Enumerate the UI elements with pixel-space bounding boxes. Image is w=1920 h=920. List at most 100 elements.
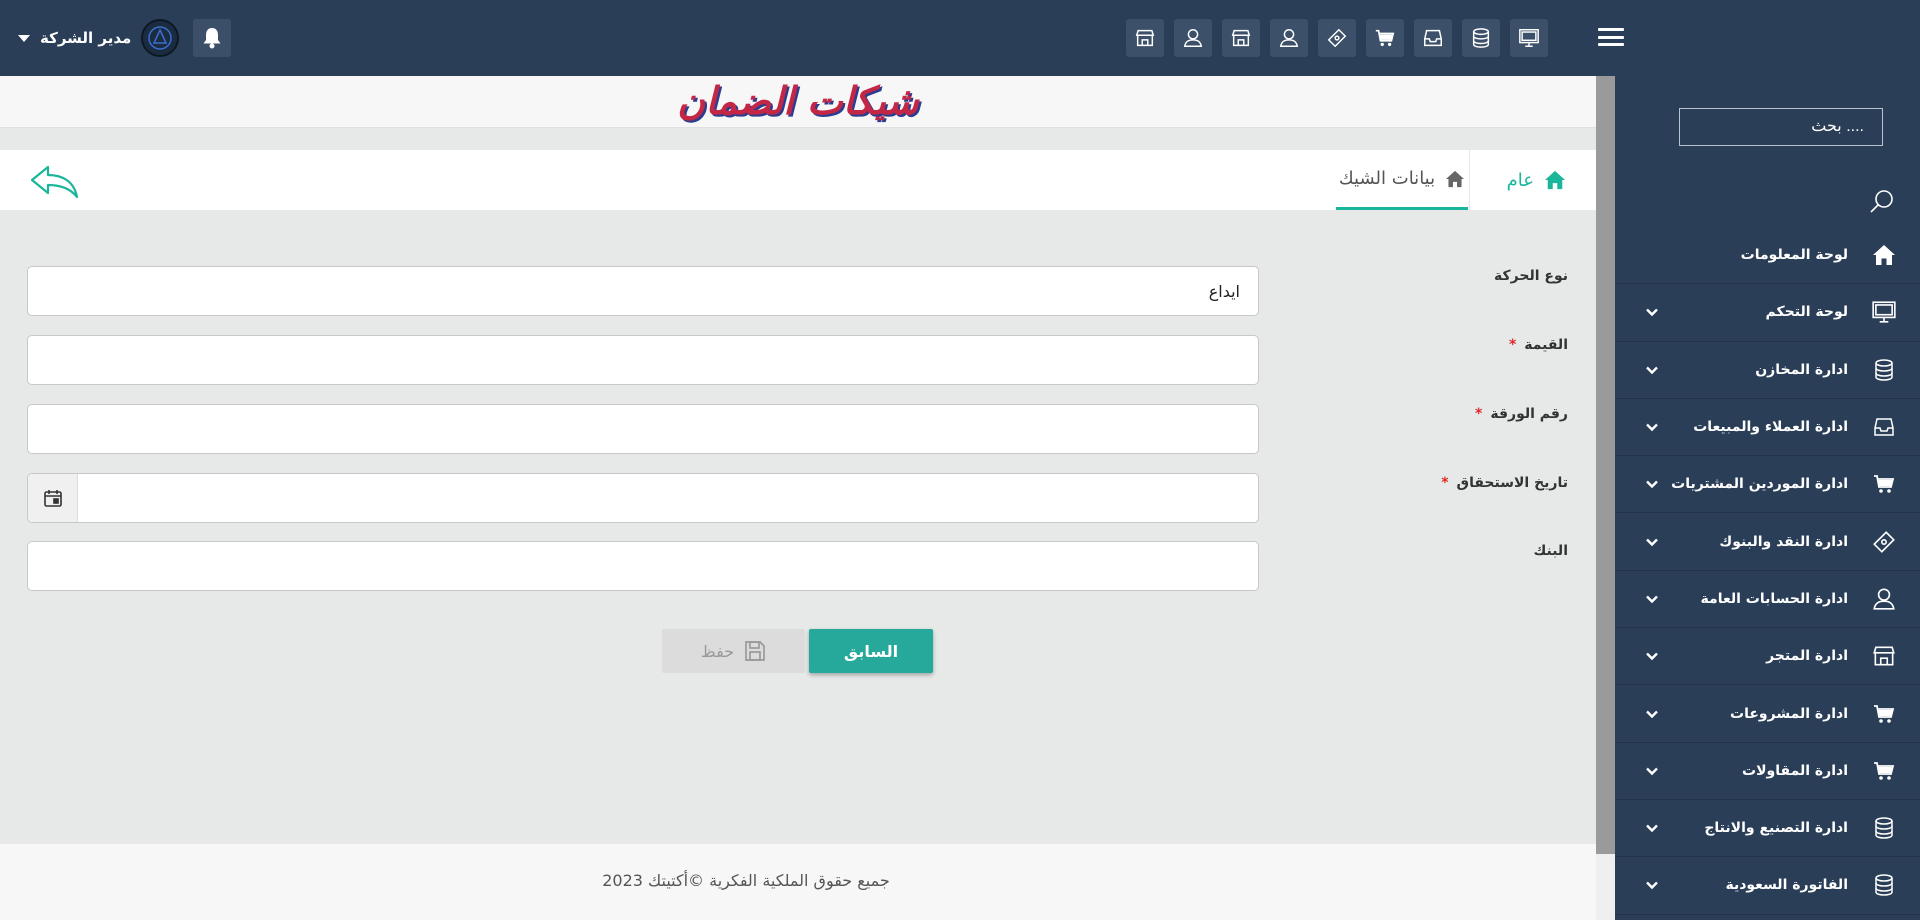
sidebar-item[interactable]: ادارة المتجر <box>1615 628 1920 686</box>
search-icon[interactable] <box>1869 188 1895 218</box>
database-button[interactable] <box>1462 19 1500 57</box>
inbox-button[interactable] <box>1414 19 1452 57</box>
scrollbar-thumb[interactable] <box>1596 76 1615 854</box>
home-icon <box>1545 170 1565 190</box>
save-button-label: حفظ <box>700 641 735 661</box>
sidebar-item[interactable]: ادارة المشروعات <box>1615 685 1920 743</box>
database-icon <box>1870 356 1898 384</box>
sidebar-item[interactable]: ادارة الموردين المشتريات <box>1615 456 1920 514</box>
sidebar-item[interactable]: ادارة الحسابات العامة <box>1615 571 1920 629</box>
movement-type-input[interactable] <box>27 266 1259 316</box>
form-row-due-date: تاريخ الاستحقاق* <box>0 473 1596 523</box>
chevron-down-icon[interactable] <box>1645 589 1659 608</box>
sidebar-item[interactable]: ادارة المقاولات <box>1615 743 1920 800</box>
ticket-icon <box>1870 528 1898 556</box>
monitor-icon <box>1519 29 1539 47</box>
avatar[interactable] <box>141 19 180 57</box>
user-button[interactable] <box>1270 19 1308 57</box>
cart-icon <box>1870 757 1898 785</box>
amount-label: القيمة* <box>1508 337 1568 353</box>
sidebar-item-label: ادارة المقاولات <box>1742 762 1848 779</box>
chevron-down-icon[interactable] <box>1645 704 1659 723</box>
footer: جميع حقوق الملكية الفكرية ©أكتيتك 2023 <box>0 844 1596 920</box>
calendar-button[interactable] <box>28 474 78 522</box>
sidebar-item[interactable]: ادارة العملاء والمبيعات <box>1615 399 1920 457</box>
sidebar-search-input[interactable] <box>1679 108 1883 146</box>
cart-icon <box>1375 29 1395 47</box>
sidebar-item-label: لوحة المعلومات <box>1740 247 1848 264</box>
sidebar-item-label: ادارة المخازن <box>1755 361 1848 378</box>
chevron-down-icon[interactable] <box>1645 475 1659 494</box>
toolbar-icons <box>1126 19 1548 57</box>
tab-general-label: عام <box>1506 169 1534 191</box>
sidebar-item[interactable]: لوحة المعلومات <box>1615 227 1920 285</box>
notifications-button[interactable] <box>193 19 232 57</box>
chevron-down-icon[interactable] <box>1645 360 1659 379</box>
sidebar-item-label: الفاتورة السعودية <box>1725 877 1848 894</box>
previous-button[interactable]: السابق <box>809 629 933 673</box>
required-mark: * <box>1441 475 1449 491</box>
required-mark: * <box>1475 406 1483 422</box>
chevron-down-icon[interactable] <box>1645 876 1659 895</box>
sidebar-item-label: لوحة التحكم <box>1765 304 1848 321</box>
movement-type-label: نوع الحركة <box>1494 268 1568 284</box>
monitor-button[interactable] <box>1510 19 1548 57</box>
caret-down-icon[interactable] <box>18 34 30 42</box>
sidebar-item-label: ادارة الموردين المشتريات <box>1671 476 1848 493</box>
sidebar-menu: لوحة المعلومات لوحة التحكم ادارة المخازن اد… <box>1615 227 1920 915</box>
form-row-amount: القيمة* <box>0 335 1596 385</box>
store-button[interactable] <box>1126 19 1164 57</box>
footer-copyright: جميع حقوق الملكية الفكرية ©أكتيتك 2023 <box>602 871 890 890</box>
save-button[interactable]: حفظ <box>662 629 805 673</box>
tabs-bar: عام بيانات الشيك <box>0 150 1596 210</box>
required-mark: * <box>1508 337 1517 353</box>
user-menu[interactable]: مدير الشركة <box>18 18 232 58</box>
main-content: شيكات الضمان عام بيانات الشيك نوع الحركة… <box>0 76 1596 920</box>
home-icon <box>1870 241 1898 269</box>
chevron-down-icon[interactable] <box>1645 761 1659 780</box>
top-header: مدير الشركة <box>0 0 1920 76</box>
home-icon <box>1446 170 1465 187</box>
back-button[interactable] <box>30 164 80 204</box>
ticket-icon <box>1327 28 1347 48</box>
bank-input[interactable] <box>27 541 1259 591</box>
sidebar-item[interactable]: ادارة المخازن <box>1615 342 1920 399</box>
user-icon <box>1183 29 1203 47</box>
chevron-down-icon[interactable] <box>1645 303 1659 322</box>
ticket-button[interactable] <box>1318 19 1356 57</box>
hamburger-menu-icon[interactable] <box>1598 26 1624 48</box>
sidebar-item[interactable]: ادارة التصنيع والانتاج <box>1615 800 1920 858</box>
store-icon <box>1870 642 1898 670</box>
sidebar-item-label: ادارة المتجر <box>1766 648 1848 665</box>
sidebar-item[interactable]: ادارة النقد والبنوك <box>1615 513 1920 571</box>
database-icon <box>1870 814 1898 842</box>
amount-input[interactable] <box>27 335 1259 385</box>
floppy-disk-icon <box>745 641 765 661</box>
main-scrollbar[interactable] <box>1596 76 1615 920</box>
chevron-down-icon[interactable] <box>1645 418 1659 437</box>
cart-icon <box>1870 470 1898 498</box>
cart-button[interactable] <box>1366 19 1404 57</box>
chevron-down-icon[interactable] <box>1645 647 1659 666</box>
chevron-down-icon[interactable] <box>1645 819 1659 838</box>
sidebar: لوحة المعلومات لوحة التحكم ادارة المخازن اد… <box>1615 76 1920 920</box>
form-row-paper-number: رقم الورقة* <box>0 404 1596 454</box>
due-date-input[interactable] <box>27 473 1259 523</box>
sidebar-item-label: ادارة النقد والبنوك <box>1719 533 1848 550</box>
cart-icon <box>1870 700 1898 728</box>
sidebar-item-label: ادارة الحسابات العامة <box>1700 590 1848 607</box>
sidebar-item[interactable]: لوحة التحكم <box>1615 284 1920 342</box>
sidebar-item-label: ادارة العملاء والمبيعات <box>1693 419 1848 436</box>
tab-general[interactable]: عام <box>1507 150 1566 210</box>
sidebar-item[interactable]: الفاتورة السعودية <box>1615 857 1920 915</box>
store-button[interactable] <box>1222 19 1260 57</box>
inbox-icon <box>1424 29 1442 47</box>
paper-number-input[interactable] <box>27 404 1259 454</box>
tab-divider <box>1469 150 1470 210</box>
user-name[interactable]: مدير الشركة <box>40 29 131 47</box>
user-button[interactable] <box>1174 19 1212 57</box>
user-icon <box>1870 585 1898 613</box>
bank-label: البنك <box>1533 543 1568 559</box>
chevron-down-icon[interactable] <box>1645 532 1659 551</box>
tab-cheque-data[interactable]: بيانات الشيك <box>1336 150 1468 210</box>
